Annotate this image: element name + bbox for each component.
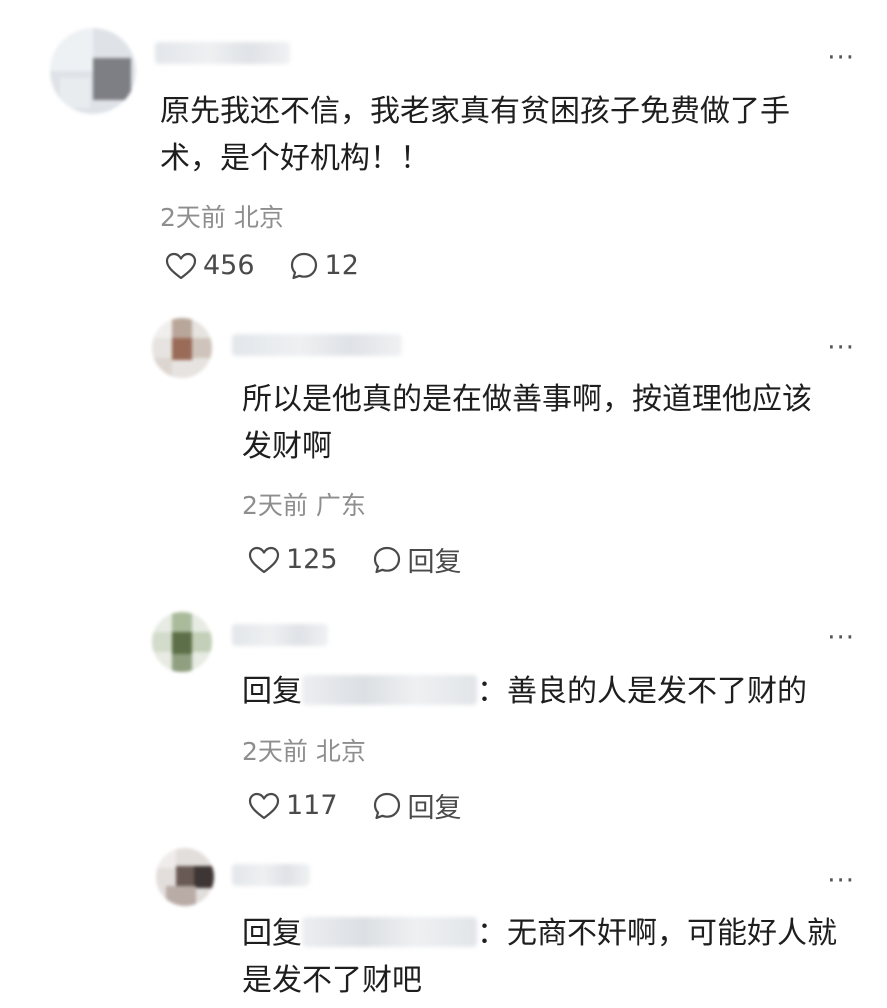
reply-button[interactable]: 回复 xyxy=(372,786,462,825)
comment-line-2: 是发不了财吧 xyxy=(242,963,422,998)
comment-text: 所以是他真的是在做善事啊，按道理他应该 发财啊 xyxy=(242,376,812,470)
speech-bubble-icon xyxy=(373,546,400,573)
more-dots-icon[interactable]: ··· xyxy=(827,625,855,651)
reply-count-button[interactable]: 12 xyxy=(289,250,359,281)
reply-prefix: 回复 xyxy=(242,916,302,951)
mention-blurred[interactable] xyxy=(302,917,477,947)
username-blurred[interactable] xyxy=(155,42,290,64)
comment-line-2: 发财啊 xyxy=(242,429,332,464)
avatar[interactable] xyxy=(50,28,136,114)
avatar[interactable] xyxy=(152,318,212,378)
comment-text: 原先我还不信，我老家真有贫困孩子免费做了手 术，是个好机构！！ xyxy=(160,88,790,182)
comment-4: ··· 回复 ：无商不奸啊，可能好人就 是发不了财吧 xyxy=(0,840,887,1008)
heart-outline-icon xyxy=(165,252,197,279)
comment-2: ··· 所以是他真的是在做善事啊，按道理他应该 发财啊 2天前 广东 125 回… xyxy=(0,300,887,590)
like-count: 125 xyxy=(286,544,338,575)
reply-prefix: 回复 xyxy=(242,674,302,709)
comment-text: 回复 ：无商不奸啊，可能好人就 是发不了财吧 xyxy=(242,910,837,1004)
username-blurred[interactable] xyxy=(232,624,328,646)
like-button[interactable]: 117 xyxy=(248,790,338,821)
comment-meta: 2天前 北京 xyxy=(242,732,366,768)
comment-line-1: 原先我还不信，我老家真有贫困孩子免费做了手 xyxy=(160,94,790,129)
comment-line-1: 所以是他真的是在做善事啊，按道理他应该 xyxy=(242,382,812,417)
reply-label: 回复 xyxy=(407,547,462,578)
comment-line-1: 回复 ：无商不奸啊，可能好人就 xyxy=(242,910,837,957)
action-bar: 117 回复 xyxy=(248,786,462,825)
avatar[interactable] xyxy=(152,612,212,672)
comment-meta: 2天前 北京 xyxy=(160,198,284,234)
like-count: 117 xyxy=(286,790,338,821)
speech-bubble-icon xyxy=(373,792,400,819)
reply-count: 12 xyxy=(324,250,359,281)
more-dots-icon[interactable]: ··· xyxy=(827,45,855,71)
timestamp: 2天前 xyxy=(242,491,308,520)
username-blurred[interactable] xyxy=(232,334,402,356)
action-bar: 125 回复 xyxy=(248,540,462,579)
reply-text: ：无商不奸啊，可能好人就 xyxy=(477,916,837,951)
avatar[interactable] xyxy=(156,848,214,906)
mention-blurred[interactable] xyxy=(302,675,477,705)
reply-button[interactable]: 回复 xyxy=(372,540,462,579)
more-dots-icon[interactable]: ··· xyxy=(827,335,855,361)
comment-text: 回复 ：善良的人是发不了财的 xyxy=(242,668,807,715)
location: 北京 xyxy=(233,203,284,232)
heart-outline-icon xyxy=(248,792,280,819)
reply-label: 回复 xyxy=(407,793,462,824)
like-count: 456 xyxy=(203,250,255,281)
username-blurred[interactable] xyxy=(232,864,310,886)
like-button[interactable]: 125 xyxy=(248,544,338,575)
timestamp: 2天前 xyxy=(160,203,226,232)
location: 北京 xyxy=(315,737,366,766)
location: 广东 xyxy=(315,491,366,520)
comment-meta: 2天前 广东 xyxy=(242,486,366,522)
speech-bubble-icon xyxy=(290,252,317,279)
heart-outline-icon xyxy=(248,546,280,573)
comment-line-1: 回复 ：善良的人是发不了财的 xyxy=(242,668,807,715)
more-dots-icon[interactable]: ··· xyxy=(827,868,855,894)
comment-line-2: 术，是个好机构！！ xyxy=(160,141,430,176)
comment-3: ··· 回复 ：善良的人是发不了财的 2天前 北京 117 回复 xyxy=(0,590,887,840)
action-bar: 456 12 xyxy=(165,250,359,281)
reply-text: ：善良的人是发不了财的 xyxy=(477,674,807,709)
timestamp: 2天前 xyxy=(242,737,308,766)
like-button[interactable]: 456 xyxy=(165,250,255,281)
comment-1: ··· 原先我还不信，我老家真有贫困孩子免费做了手 术，是个好机构！！ 2天前 … xyxy=(0,0,887,300)
